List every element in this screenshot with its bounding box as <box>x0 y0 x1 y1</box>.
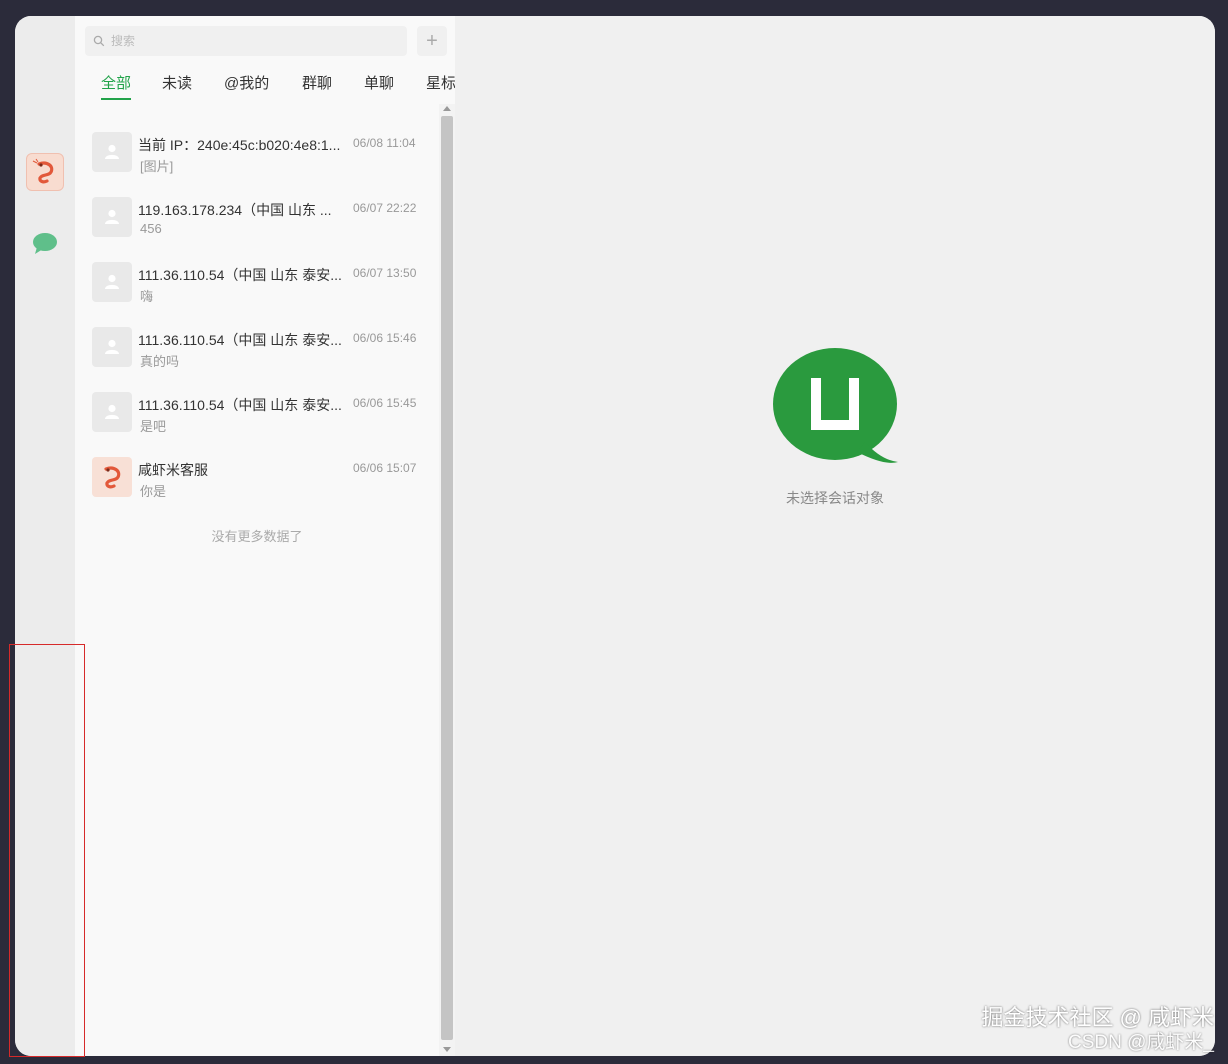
user-avatar[interactable] <box>26 153 64 191</box>
app-logo-icon <box>773 348 898 463</box>
conversation-preview: 是吧 <box>140 419 167 434</box>
tab-starred[interactable]: 星标 <box>426 72 455 100</box>
watermark-line-1: 掘金技术社区 @ 咸虾米 <box>981 1005 1214 1030</box>
conversation-time: 06/06 15:46 <box>353 331 417 345</box>
watermark: 掘金技术社区 @ 咸虾米 CSDN @咸虾米_ <box>981 1004 1214 1054</box>
conversation-item[interactable]: 119.163.178.234（中国 山东 ... 06/07 22:22 45… <box>75 191 439 256</box>
conversation-item[interactable]: 111.36.110.54（中国 山东 泰安... 06/06 15:45 是吧 <box>75 386 439 451</box>
user-placeholder-icon <box>92 262 132 302</box>
scroll-up-arrow-icon[interactable] <box>443 106 451 111</box>
conversation-title: 111.36.110.54（中国 山东 泰安... <box>138 397 342 413</box>
search-icon <box>93 35 105 47</box>
conversation-time: 06/07 13:50 <box>353 266 417 280</box>
conversation-title: 111.36.110.54（中国 山东 泰安... <box>138 332 342 348</box>
conversation-preview: 真的吗 <box>140 354 180 369</box>
conversation-time: 06/08 11:04 <box>353 136 416 150</box>
conversation-time: 06/06 15:45 <box>353 396 417 410</box>
user-placeholder-icon <box>92 132 132 172</box>
tab-all[interactable]: 全部 <box>101 72 132 100</box>
scroll-down-arrow-icon[interactable] <box>443 1047 451 1052</box>
list-scrollbar[interactable] <box>439 104 455 1056</box>
highlight-box <box>9 644 85 1057</box>
tab-mentions[interactable]: @我的 <box>224 72 269 100</box>
chat-bubble-icon <box>33 233 57 254</box>
conversation-item[interactable]: 111.36.110.54（中国 山东 泰安... 06/07 13:50 嗨 <box>75 256 439 321</box>
plus-icon: + <box>426 30 438 52</box>
search-box[interactable] <box>85 26 407 56</box>
conversation-title: 咸虾米客服 <box>138 462 208 478</box>
tab-groups[interactable]: 群聊 <box>302 72 332 100</box>
conversation-preview: 456 <box>140 221 162 236</box>
conversation-preview: 嗨 <box>140 289 154 304</box>
shrimp-avatar-icon <box>92 457 132 497</box>
app-window: + 全部 未读 @我的 群聊 单聊 星标 当前 IP：240e:45c:b020… <box>15 16 1215 1056</box>
scroll-thumb[interactable] <box>441 116 453 1040</box>
user-placeholder-icon <box>92 197 132 237</box>
chat-nav-button[interactable] <box>32 232 58 256</box>
tab-unread[interactable]: 未读 <box>162 72 192 100</box>
chat-main-area: 未选择会话对象 <box>455 16 1215 1056</box>
conversation-time: 06/06 15:07 <box>353 461 417 475</box>
user-placeholder-icon <box>92 327 132 367</box>
filter-tabs: 全部 未读 @我的 群聊 单聊 星标 <box>75 68 455 104</box>
conversation-title: 111.36.110.54（中国 山东 泰安... <box>138 267 342 283</box>
conversation-time: 06/07 22:22 <box>353 201 417 215</box>
user-placeholder-icon <box>92 392 132 432</box>
conversation-preview: [图片] <box>140 159 174 174</box>
conversation-item[interactable]: 当前 IP：240e:45c:b020:4e8:1... 06/08 11:04… <box>75 126 439 191</box>
conversation-list: 当前 IP：240e:45c:b020:4e8:1... 06/08 11:04… <box>75 108 439 1056</box>
conversation-item[interactable]: 111.36.110.54（中国 山东 泰安... 06/06 15:46 真的… <box>75 321 439 386</box>
conversation-title: 当前 IP：240e:45c:b020:4e8:1... <box>138 137 341 153</box>
conversation-panel: + 全部 未读 @我的 群聊 单聊 星标 当前 IP：240e:45c:b020… <box>75 16 455 1056</box>
search-input[interactable] <box>111 34 391 48</box>
add-button[interactable]: + <box>417 26 447 56</box>
tab-direct[interactable]: 单聊 <box>364 72 394 100</box>
no-more-data-text: 没有更多数据了 <box>211 529 303 544</box>
conversation-item[interactable]: 咸虾米客服 06/06 15:07 你是 <box>75 451 439 516</box>
empty-state-text: 未选择会话对象 <box>786 490 884 506</box>
watermark-line-2: CSDN @咸虾米_ <box>1068 1032 1214 1053</box>
conversation-preview: 你是 <box>140 484 167 499</box>
shrimp-icon <box>32 158 54 184</box>
conversation-title: 119.163.178.234（中国 山东 ... <box>138 202 332 218</box>
